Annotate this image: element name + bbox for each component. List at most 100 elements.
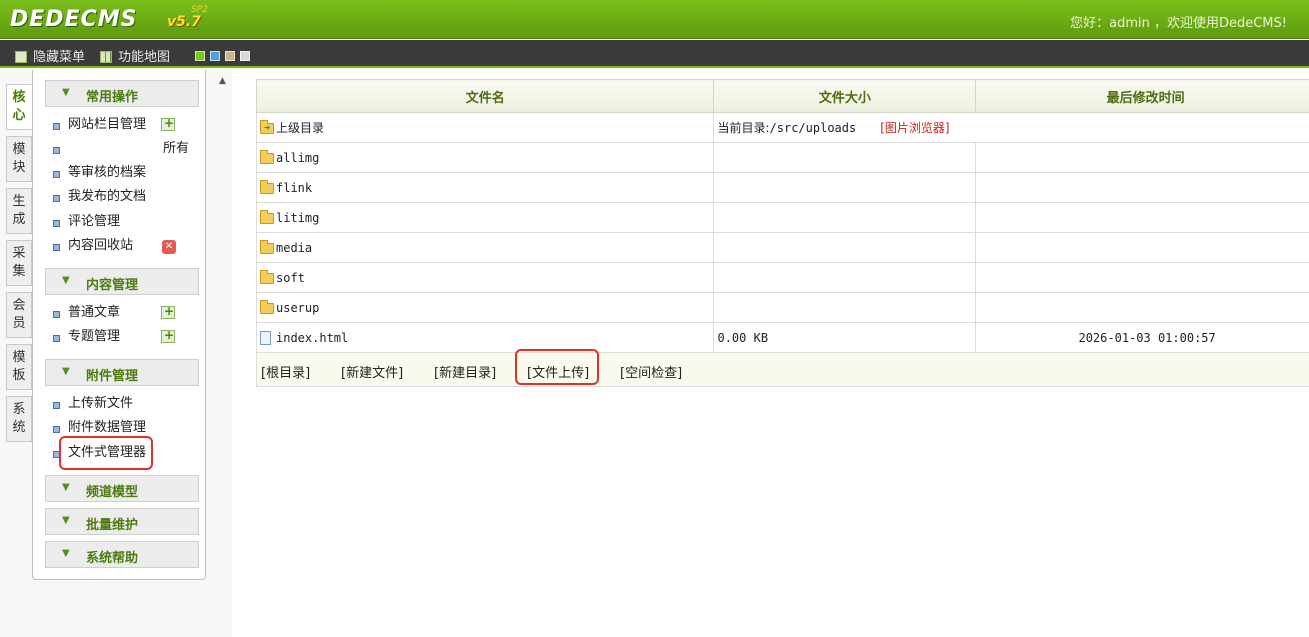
bullet-icon <box>53 244 60 251</box>
toolbar: 隐藏菜单 功能地图 <box>0 40 1309 68</box>
parent-folder-icon <box>260 120 274 134</box>
file-name-cell: index.html <box>255 322 715 353</box>
folder-name-cell: allimg <box>255 142 715 173</box>
skin-blue-swatch[interactable] <box>210 51 220 61</box>
folder-name-cell: litimg <box>255 202 715 233</box>
section-label: 频道模型 <box>86 485 139 500</box>
main-content: 文件名 文件大小 最后修改时间 上级目录 当前目录:/src/uploads [图… <box>232 70 1309 637</box>
side-tab-members[interactable]: 会员 <box>6 292 32 338</box>
section-attachment-management[interactable]: ▼ 附件管理 <box>45 359 199 386</box>
section-label: 内容管理 <box>86 278 139 293</box>
section-content-management[interactable]: ▼ 内容管理 <box>45 268 199 295</box>
bullet-icon <box>53 220 60 227</box>
mtime-cell: 2026-01-03 01:00:57 <box>975 322 1309 353</box>
table-row: soft <box>255 262 1309 293</box>
column-header-filename: 文件名 <box>255 79 715 113</box>
size-cell <box>713 172 977 203</box>
collapse-up-icon[interactable]: ▲ <box>219 76 226 86</box>
current-dir-path: /src/uploads <box>769 121 857 135</box>
file-upload-link[interactable]: [文件上传] <box>527 362 589 381</box>
folder-name-cell: flink <box>255 172 715 203</box>
chevron-down-icon: ▼ <box>62 87 70 98</box>
menu-item-label: 所有 <box>163 141 190 156</box>
function-map-button[interactable]: 功能地图 <box>100 46 170 65</box>
menu-item-label: 我发布的文档 <box>68 189 147 204</box>
folder-link[interactable]: litimg <box>276 211 319 225</box>
side-tab-collect[interactable]: 采集 <box>6 240 32 286</box>
section-label: 系统帮助 <box>86 551 139 566</box>
table-header-row: 文件名 文件大小 最后修改时间 <box>255 79 1309 113</box>
folder-name-cell: userup <box>255 292 715 323</box>
grid-icon <box>100 51 112 63</box>
side-tab-generate[interactable]: 生成 <box>6 188 32 234</box>
current-dir-cell: 当前目录:/src/uploads [图片浏览器] <box>713 112 1309 143</box>
logo-edition: SP2 <box>191 5 208 15</box>
section-label: 常用操作 <box>86 90 139 105</box>
folder-link[interactable]: soft <box>276 271 305 285</box>
bullet-icon <box>53 451 60 458</box>
actions-row: [根目录] [新建文件] [新建目录] [文件上传] [空间检查] <box>256 352 1309 387</box>
skin-brown-swatch[interactable] <box>225 51 235 61</box>
folder-icon <box>260 269 274 284</box>
section-common-operations[interactable]: ▼ 常用操作 <box>45 80 199 107</box>
side-tab-system[interactable]: 系统 <box>6 396 32 442</box>
menu-splitter[interactable]: ▲ <box>215 70 232 637</box>
dedecms-logo: DEDECMS v5.7 SP2 <box>10 5 208 35</box>
table-row-parent: 上级目录 当前目录:/src/uploads [图片浏览器] <box>255 112 1309 143</box>
image-browser-link[interactable]: [图片浏览器] <box>880 121 949 135</box>
section-channel-model[interactable]: ▼ 频道模型 <box>45 475 199 502</box>
file-link[interactable]: index.html <box>276 331 348 345</box>
size-cell <box>713 202 977 233</box>
side-tab-modules[interactable]: 模块 <box>6 136 32 182</box>
menu-item-label: 附件数据管理 <box>68 420 147 435</box>
skin-green-swatch[interactable] <box>195 51 205 61</box>
folder-link[interactable]: media <box>276 241 312 255</box>
chevron-down-icon: ▼ <box>62 275 70 286</box>
add-icon[interactable] <box>161 116 175 131</box>
table-row: litimg <box>255 202 1309 233</box>
folder-icon <box>260 209 274 224</box>
side-tab-templates[interactable]: 模板 <box>6 344 32 390</box>
folder-link[interactable]: allimg <box>276 151 319 165</box>
new-dir-link[interactable]: [新建目录] <box>434 362 496 381</box>
section-label: 附件管理 <box>86 369 139 384</box>
section-system-help[interactable]: ▼ 系统帮助 <box>45 541 199 568</box>
bullet-icon <box>53 147 60 154</box>
menu-item-label: 内容回收站 <box>68 238 134 253</box>
hide-menu-button[interactable]: 隐藏菜单 <box>15 46 85 65</box>
current-dir-label: 当前目录: <box>717 121 770 135</box>
table-row: index.html 0.00 KB 2026-01-03 01:00:57 <box>255 322 1309 353</box>
folder-icon <box>260 179 274 194</box>
folder-icon <box>260 149 274 164</box>
bullet-icon <box>53 195 60 202</box>
bullet-icon <box>53 311 60 318</box>
column-header-modified: 最后修改时间 <box>975 79 1309 113</box>
side-tab-core[interactable]: 核心 <box>6 84 32 130</box>
menu-item-label: 等审核的档案 <box>68 165 147 180</box>
bullet-icon <box>53 426 60 433</box>
root-dir-link[interactable]: [根目录] <box>261 362 310 381</box>
folder-icon <box>260 239 274 254</box>
size-cell <box>713 292 977 323</box>
file-table: 文件名 文件大小 最后修改时间 上级目录 当前目录:/src/uploads [图… <box>255 79 1309 387</box>
chevron-down-icon: ▼ <box>62 548 70 559</box>
space-check-link[interactable]: [空间检查] <box>620 362 682 381</box>
mtime-cell <box>975 292 1309 323</box>
table-row: flink <box>255 172 1309 203</box>
folder-link[interactable]: userup <box>276 301 319 315</box>
section-batch-maintenance[interactable]: ▼ 批量维护 <box>45 508 199 535</box>
parent-dir-link[interactable]: 上级目录 <box>276 121 324 135</box>
skin-grey-swatch[interactable] <box>240 51 250 61</box>
size-cell <box>713 142 977 173</box>
welcome-text: 您好：admin ，欢迎使用DedeCMS! <box>1070 16 1287 31</box>
mtime-cell <box>975 142 1309 173</box>
add-icon[interactable] <box>161 328 175 343</box>
new-file-link[interactable]: [新建文件] <box>341 362 403 381</box>
delete-icon[interactable]: ✕ <box>162 240 176 254</box>
chevron-down-icon: ▼ <box>62 366 70 377</box>
bullet-icon <box>53 171 60 178</box>
add-icon[interactable] <box>161 304 175 319</box>
size-cell: 0.00 KB <box>713 322 977 353</box>
folder-link[interactable]: flink <box>276 181 312 195</box>
html-file-icon <box>260 330 271 345</box>
